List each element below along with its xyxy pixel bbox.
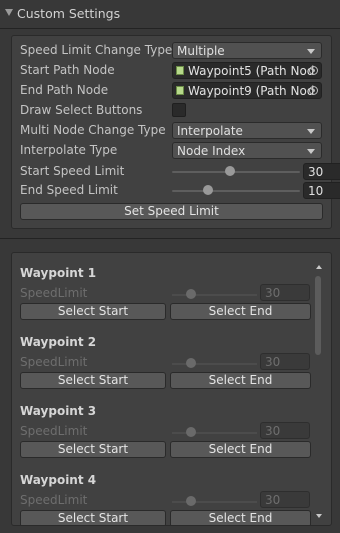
slider-thumb <box>186 358 196 368</box>
slider-track <box>172 294 257 296</box>
arrow-up-icon[interactable] <box>316 265 322 269</box>
end-speed-limit-row: End Speed Limit 10 <box>20 182 340 200</box>
waypoint-title: Waypoint 1 <box>20 266 97 280</box>
start-path-node-row: Start Path Node Waypoint5 (Path Nod <box>20 62 323 80</box>
end-path-node-row: End Path Node Waypoint9 (Path Nod <box>20 82 323 100</box>
select-end-button[interactable]: Select End <box>170 372 311 389</box>
slider-thumb[interactable] <box>202 185 213 195</box>
field-label: Interpolate Type <box>20 143 118 157</box>
arrow-down-icon[interactable] <box>316 514 322 518</box>
settings-panel: Speed Limit Change Type Multiple Start P… <box>11 35 340 229</box>
speed-limit-input: 30 <box>260 353 310 370</box>
speed-limit-slider <box>172 424 257 441</box>
object-value: Waypoint5 (Path Nod <box>188 64 315 78</box>
start-speed-limit-input[interactable]: 30 <box>303 163 340 180</box>
select-start-button[interactable]: Select Start <box>20 441 166 458</box>
speed-limit-label: SpeedLimit <box>20 286 88 300</box>
scrollbar-thumb[interactable] <box>315 276 321 355</box>
select-end-button[interactable]: Select End <box>170 441 311 458</box>
select-start-button[interactable]: Select Start <box>20 372 166 389</box>
list-item: Waypoint 1 SpeedLimit 30 Select Start Se… <box>20 266 311 335</box>
end-speed-limit-input[interactable]: 10 <box>303 182 340 199</box>
end-path-node-field[interactable]: Waypoint9 (Path Nod <box>172 82 322 99</box>
select-end-button[interactable]: Select End <box>170 510 311 525</box>
multi-node-change-type-dropdown[interactable]: Interpolate <box>172 122 322 139</box>
slider-thumb <box>186 289 196 299</box>
divider <box>0 238 340 239</box>
start-speed-limit-slider[interactable] <box>172 163 300 180</box>
dropdown-value: Node Index <box>177 144 246 158</box>
object-value: Waypoint9 (Path Nod <box>188 84 315 98</box>
slider-thumb[interactable] <box>224 166 235 176</box>
speed-limit-input: 30 <box>260 422 310 439</box>
chevron-down-icon <box>307 129 315 134</box>
target-icon[interactable] <box>309 86 318 95</box>
field-label: Draw Select Buttons <box>20 103 143 117</box>
select-start-button[interactable]: Select Start <box>20 510 166 525</box>
draw-select-buttons-checkbox[interactable] <box>172 103 186 117</box>
speed-limit-input: 30 <box>260 491 310 508</box>
field-label: End Path Node <box>20 83 109 97</box>
speed-limit-slider <box>172 355 257 372</box>
foldout-title: Custom Settings <box>17 6 121 21</box>
speed-limit-label: SpeedLimit <box>20 355 88 369</box>
slider-track <box>172 432 257 434</box>
speed-limit-slider <box>172 493 257 510</box>
slider-track <box>172 363 257 365</box>
chevron-down-icon <box>307 149 315 154</box>
end-speed-limit-slider[interactable] <box>172 182 300 199</box>
chevron-down-icon <box>307 49 315 54</box>
slider-track <box>172 190 300 192</box>
speed-limit-slider <box>172 286 257 303</box>
speed-limit-change-type-row: Speed Limit Change Type Multiple <box>20 42 323 60</box>
waypoint-title: Waypoint 4 <box>20 473 97 487</box>
start-speed-limit-row: Start Speed Limit 30 <box>20 163 340 181</box>
triangle-down-icon[interactable] <box>5 9 13 16</box>
script-icon <box>176 66 184 75</box>
field-label: Multi Node Change Type <box>20 123 166 137</box>
slider-thumb <box>186 496 196 506</box>
slider-track <box>172 171 300 173</box>
field-label: End Speed Limit <box>20 183 118 197</box>
field-label: Start Path Node <box>20 63 115 77</box>
interpolate-type-dropdown[interactable]: Node Index <box>172 142 322 159</box>
number-value: 10 <box>308 184 324 198</box>
field-label: Start Speed Limit <box>20 164 125 178</box>
start-path-node-field[interactable]: Waypoint5 (Path Nod <box>172 62 322 79</box>
multi-node-change-type-row: Multi Node Change Type Interpolate <box>20 122 323 140</box>
list-item: Waypoint 2 SpeedLimit 30 Select Start Se… <box>20 335 311 404</box>
target-icon[interactable] <box>309 66 318 75</box>
speed-limit-label: SpeedLimit <box>20 424 88 438</box>
waypoints-list[interactable]: Waypoint 1 SpeedLimit 30 Select Start Se… <box>11 252 332 526</box>
waypoint-title: Waypoint 2 <box>20 335 97 349</box>
select-end-button[interactable]: Select End <box>170 303 311 320</box>
list-item: Waypoint 3 SpeedLimit 30 Select Start Se… <box>20 404 311 473</box>
waypoint-title: Waypoint 3 <box>20 404 97 418</box>
list-item: Waypoint 4 SpeedLimit 30 Select Start Se… <box>20 473 311 525</box>
speed-limit-change-type-dropdown[interactable]: Multiple <box>172 42 322 59</box>
number-value: 30 <box>265 286 281 300</box>
set-speed-limit-button[interactable]: Set Speed Limit <box>20 203 323 220</box>
number-value: 30 <box>265 493 281 507</box>
speed-limit-label: SpeedLimit <box>20 493 88 507</box>
number-value: 30 <box>265 424 281 438</box>
select-start-button[interactable]: Select Start <box>20 303 166 320</box>
custom-settings-foldout[interactable]: Custom Settings <box>0 0 340 28</box>
divider <box>0 28 340 29</box>
script-icon <box>176 86 184 95</box>
field-label: Speed Limit Change Type <box>20 43 173 57</box>
slider-track <box>172 501 257 503</box>
number-value: 30 <box>308 165 324 179</box>
speed-limit-input: 30 <box>260 284 310 301</box>
vertical-scrollbar[interactable] <box>314 265 325 518</box>
dropdown-value: Multiple <box>177 44 225 58</box>
slider-thumb <box>186 427 196 437</box>
draw-select-buttons-row: Draw Select Buttons <box>20 102 323 120</box>
number-value: 30 <box>265 355 281 369</box>
interpolate-type-row: Interpolate Type Node Index <box>20 142 323 160</box>
dropdown-value: Interpolate <box>177 124 243 138</box>
